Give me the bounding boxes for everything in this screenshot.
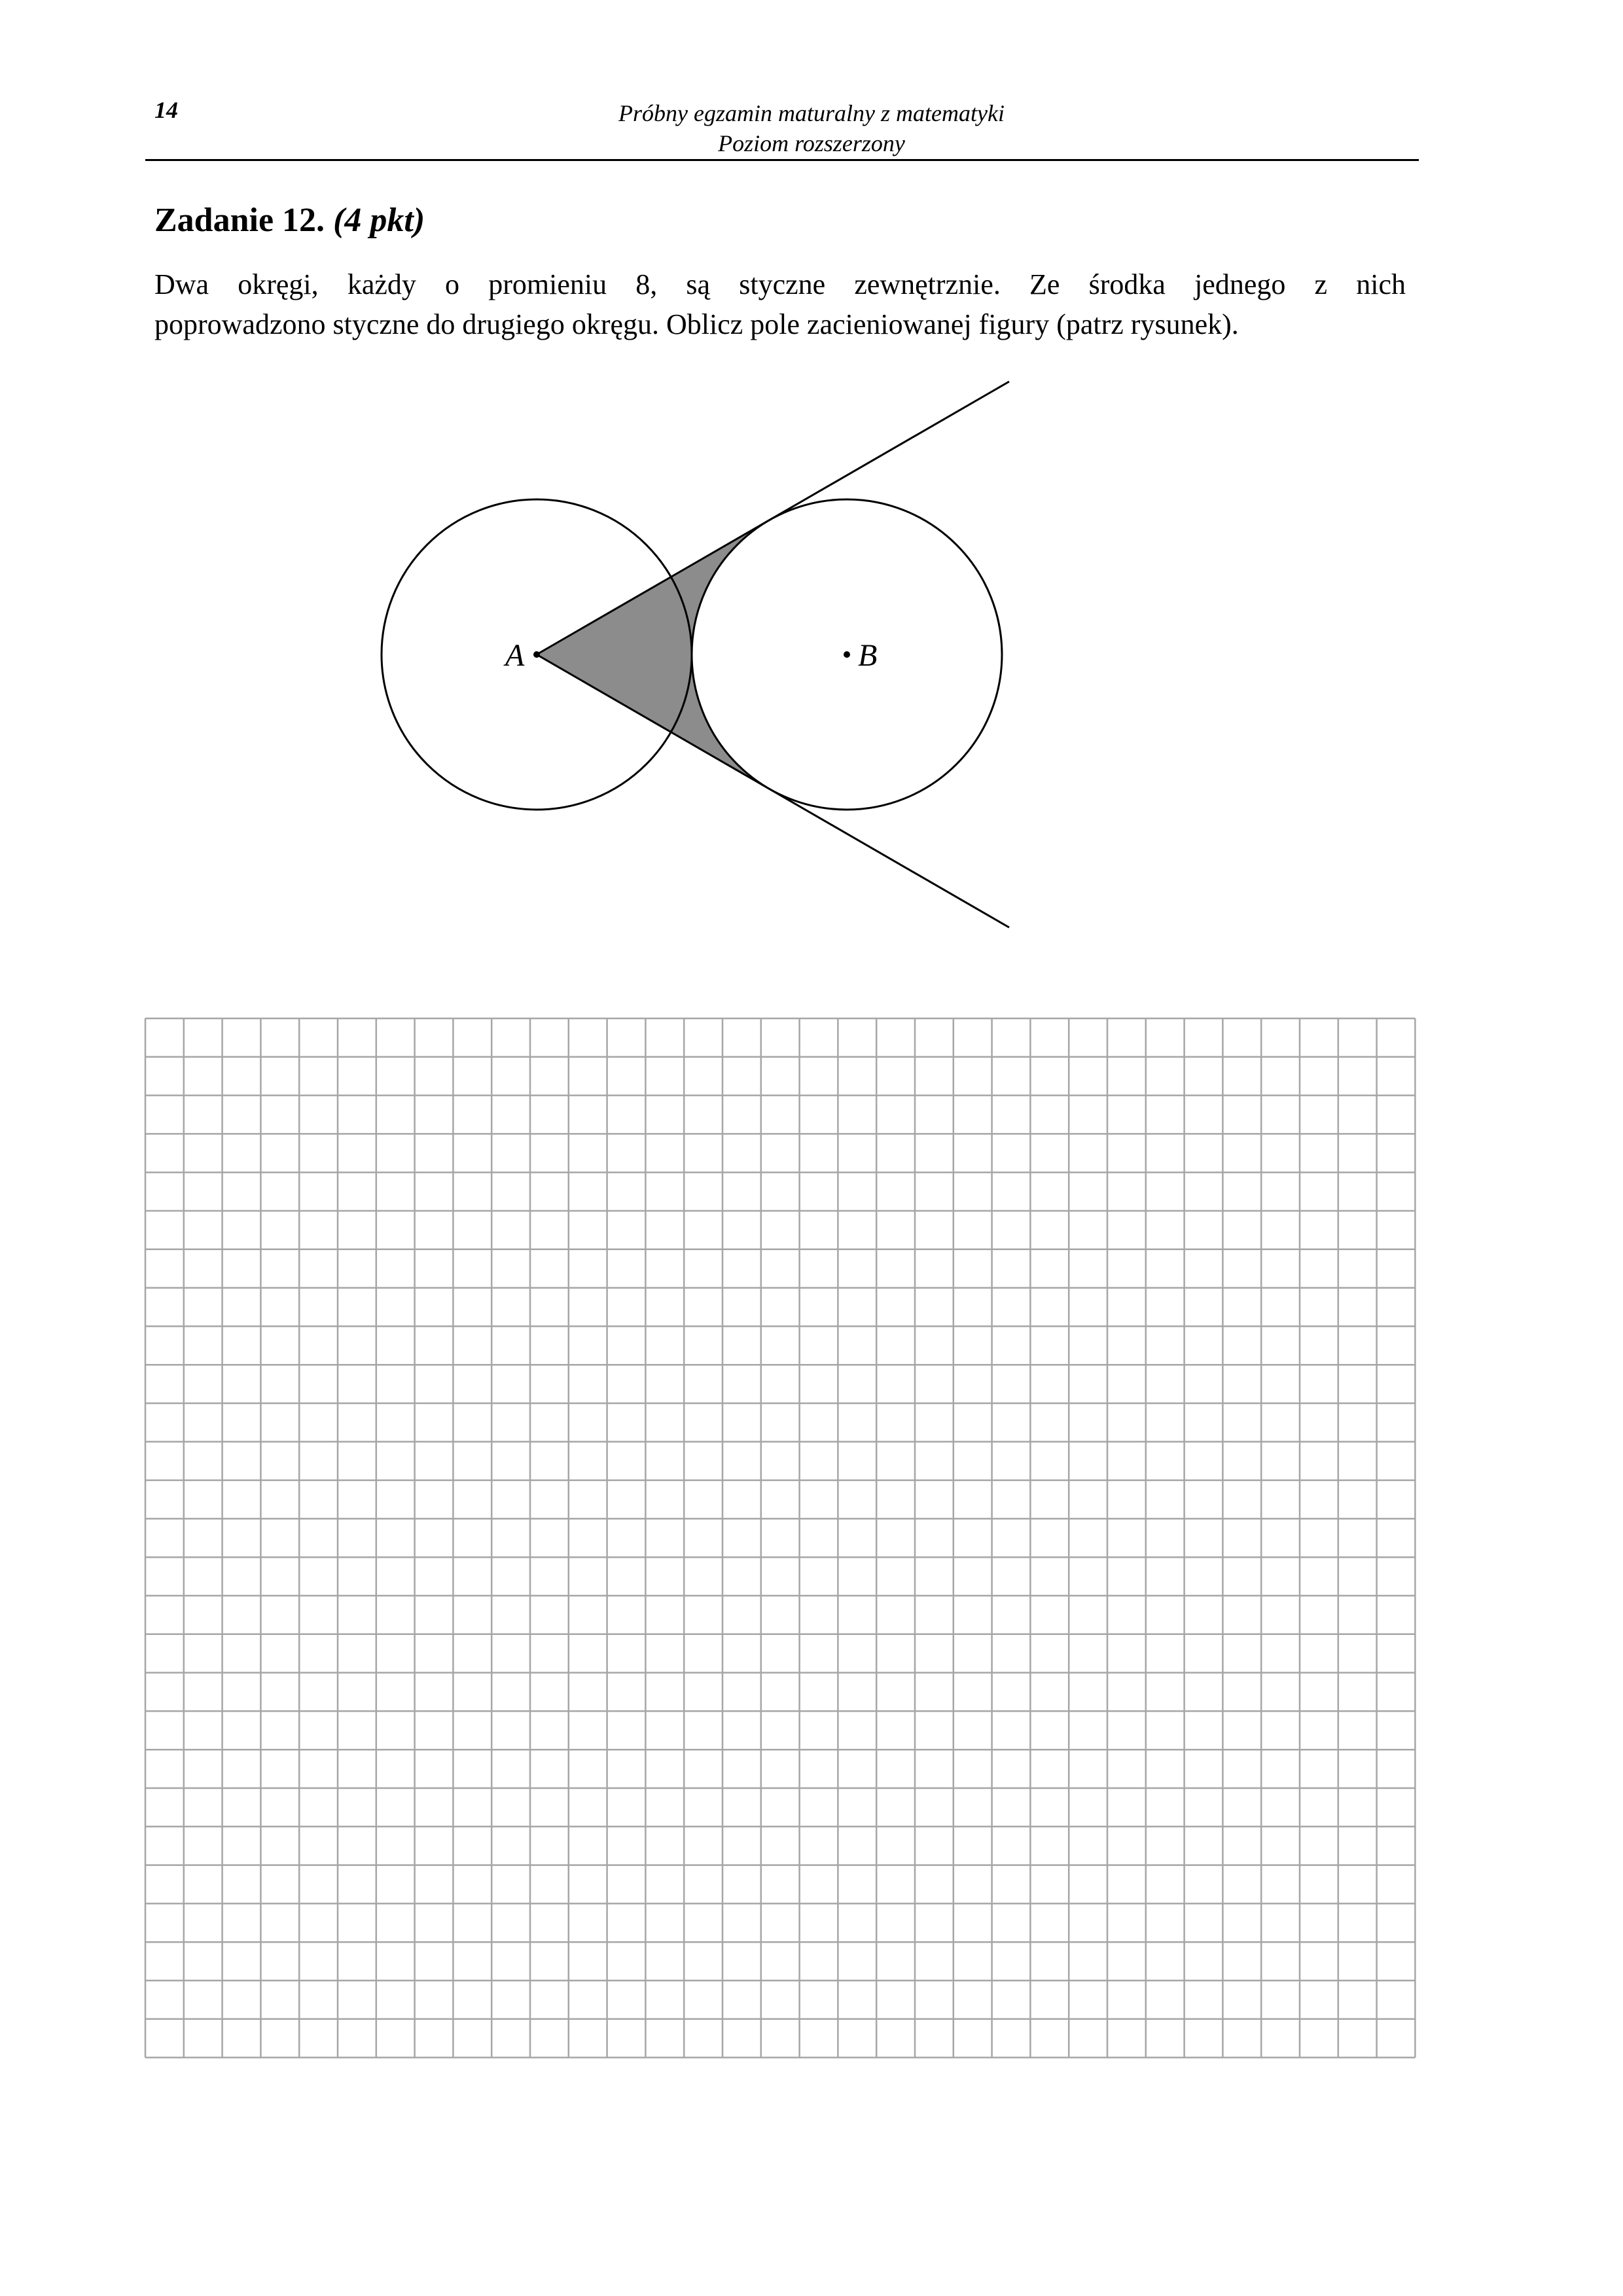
answer-grid[interactable] <box>0 0 1623 2296</box>
